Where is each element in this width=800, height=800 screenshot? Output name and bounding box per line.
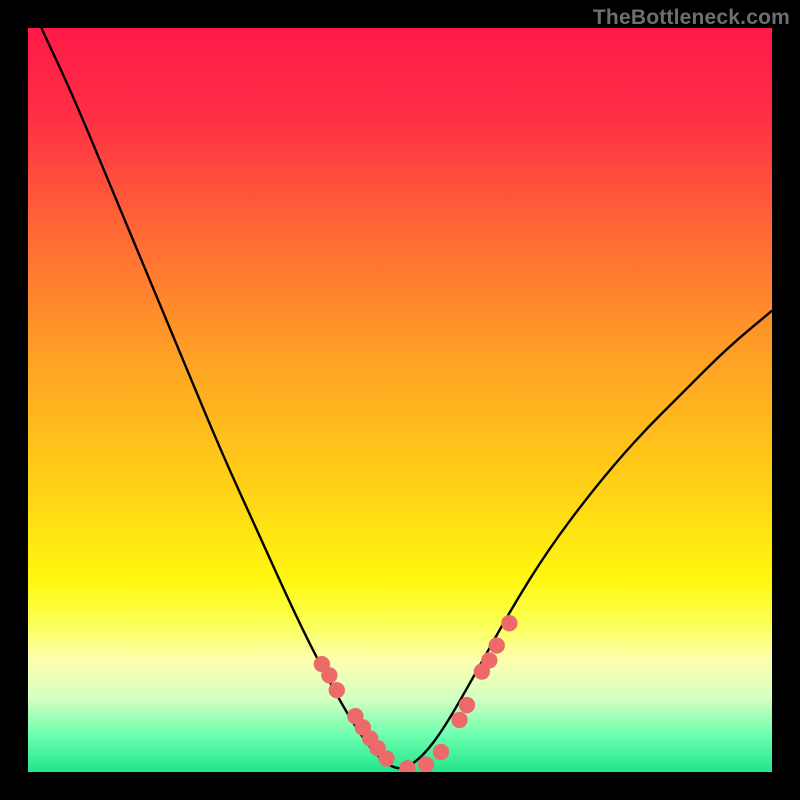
watermark-text: TheBottleneck.com — [593, 6, 790, 30]
marker-dot — [451, 712, 467, 728]
curve-layer — [28, 28, 772, 772]
plot-area — [28, 28, 772, 772]
marker-dot — [321, 667, 337, 683]
marker-dot — [489, 637, 505, 653]
chart-frame: TheBottleneck.com — [0, 0, 800, 800]
marker-dot — [433, 744, 449, 760]
marker-dot — [378, 750, 394, 766]
near-min-markers — [314, 615, 518, 772]
marker-dot — [418, 756, 434, 772]
marker-dot — [329, 682, 345, 698]
bottleneck-curve — [41, 28, 772, 768]
marker-dot — [481, 652, 497, 668]
marker-dot — [459, 697, 475, 713]
marker-dot — [501, 615, 517, 631]
